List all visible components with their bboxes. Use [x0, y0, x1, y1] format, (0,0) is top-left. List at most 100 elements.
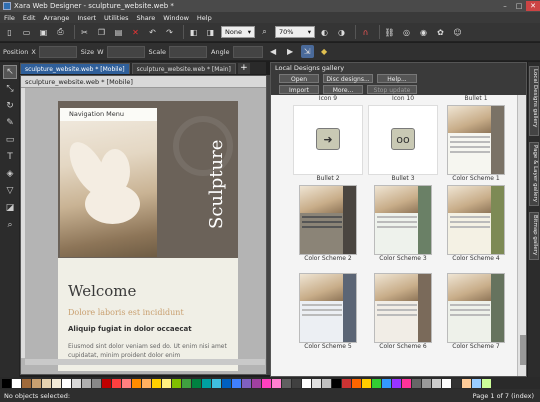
color-swatch[interactable]: [392, 378, 401, 388]
send-back-icon[interactable]: ◨: [204, 26, 217, 39]
gallery-item-color-scheme-7[interactable]: Color Scheme 7: [439, 273, 513, 351]
menu-insert[interactable]: Insert: [77, 14, 96, 22]
color-swatch[interactable]: [2, 378, 11, 388]
paste-icon[interactable]: ▤: [112, 26, 125, 39]
gallery-item-color-scheme-6[interactable]: Color Scheme 6: [366, 273, 440, 351]
quality-select[interactable]: None ▾: [221, 26, 255, 38]
publish-icon[interactable]: ◉: [417, 26, 430, 39]
color-swatch[interactable]: [32, 378, 41, 388]
preview-icon[interactable]: ◎: [400, 26, 413, 39]
cut-icon[interactable]: ✂: [78, 26, 91, 39]
gallery-item-color-scheme-4[interactable]: Color Scheme 4: [439, 185, 513, 263]
color-swatch[interactable]: [482, 378, 491, 388]
text-tool-icon[interactable]: T: [3, 150, 17, 164]
menu-utilities[interactable]: Utilities: [104, 14, 128, 22]
color-swatch[interactable]: [152, 378, 161, 388]
minimize-button[interactable]: –: [498, 1, 512, 11]
copy-icon[interactable]: ❐: [95, 26, 108, 39]
tab-bitmap-gallery[interactable]: Bitmap gallery: [529, 212, 539, 260]
color-swatch[interactable]: [352, 378, 361, 388]
menu-window[interactable]: Window: [163, 14, 189, 22]
transparency-tool-icon[interactable]: ▽: [3, 184, 17, 198]
save-icon[interactable]: ▣: [37, 26, 50, 39]
color-swatch[interactable]: [22, 378, 31, 388]
link-icon[interactable]: ⛓: [383, 26, 396, 39]
color-swatch[interactable]: [162, 378, 171, 388]
gallery-item-bullet-2[interactable]: ➜ Bullet 2: [291, 105, 365, 183]
color-swatch[interactable]: [102, 378, 111, 388]
color-swatch[interactable]: [342, 378, 351, 388]
more-button[interactable]: More...: [323, 85, 363, 94]
tag-icon[interactable]: ◆: [318, 45, 331, 58]
menu-edit[interactable]: Edit: [23, 14, 36, 22]
gallery-item-color-scheme-3[interactable]: Color Scheme 3: [366, 185, 440, 263]
help-icon[interactable]: ☺: [451, 26, 464, 39]
color-swatch[interactable]: [472, 378, 481, 388]
color-swatch[interactable]: [412, 378, 421, 388]
maximize-button[interactable]: □: [512, 1, 526, 11]
stop-update-button[interactable]: Stop update: [367, 85, 417, 94]
shadow-tool-icon[interactable]: ◪: [3, 201, 17, 215]
color-swatch[interactable]: [332, 378, 341, 388]
close-button[interactable]: ✕: [526, 1, 540, 11]
undo-icon[interactable]: ↶: [146, 26, 159, 39]
zoom-select[interactable]: 70% ▾: [275, 26, 315, 38]
color-swatch[interactable]: [112, 378, 121, 388]
color-swatch[interactable]: [132, 378, 141, 388]
disc-designs-button[interactable]: Disc designs...: [323, 74, 373, 83]
selector-tool-icon[interactable]: ↖: [3, 65, 17, 79]
contour-tool-icon[interactable]: ↻: [3, 99, 17, 113]
color-swatch[interactable]: [252, 378, 261, 388]
color-swatch[interactable]: [222, 378, 231, 388]
color-swatch[interactable]: [462, 378, 471, 388]
scale-field[interactable]: [169, 45, 208, 58]
color-swatch[interactable]: [212, 378, 221, 388]
zoom-prev-icon[interactable]: ◐: [318, 26, 331, 39]
doc-tab-mobile[interactable]: sculpture_website.web * [Mobile]: [20, 63, 130, 74]
color-swatch[interactable]: [192, 378, 201, 388]
gallery-item-color-scheme-1[interactable]: Color Scheme 1: [439, 105, 513, 183]
color-swatch[interactable]: [202, 378, 211, 388]
flip-left-icon[interactable]: ◀: [267, 45, 280, 58]
color-swatch[interactable]: [312, 378, 321, 388]
color-swatch[interactable]: [282, 378, 291, 388]
color-swatch[interactable]: [292, 378, 301, 388]
help-button[interactable]: Help...: [377, 74, 417, 83]
color-swatch[interactable]: [452, 378, 461, 388]
menu-share[interactable]: Share: [137, 14, 156, 22]
doc-tab-main[interactable]: sculpture_website.web * [Main]: [131, 63, 236, 74]
horizontal-scrollbar[interactable]: [25, 359, 265, 365]
fill-tool-icon[interactable]: ◈: [3, 167, 17, 181]
open-button[interactable]: Open: [279, 74, 319, 83]
color-swatch[interactable]: [422, 378, 431, 388]
color-swatch[interactable]: [52, 378, 61, 388]
color-swatch[interactable]: [12, 378, 21, 388]
rectangle-tool-icon[interactable]: ▭: [3, 133, 17, 147]
color-swatch[interactable]: [302, 378, 311, 388]
menu-arrange[interactable]: Arrange: [43, 14, 69, 22]
color-swatch[interactable]: [62, 378, 71, 388]
color-swatch[interactable]: [382, 378, 391, 388]
design-page[interactable]: Navigation Menu Sculpture Welcome Dolore…: [58, 101, 238, 371]
pen-tool-icon[interactable]: ✎: [3, 116, 17, 130]
tab-local-designs-gallery[interactable]: Local Designs gallery: [529, 66, 539, 136]
width-field[interactable]: [106, 45, 145, 58]
zoom-tool-icon[interactable]: ⌕: [3, 218, 17, 232]
zoom-page-icon[interactable]: ◑: [335, 26, 348, 39]
color-swatch[interactable]: [262, 378, 271, 388]
color-swatch[interactable]: [142, 378, 151, 388]
navigation-menu[interactable]: Navigation Menu: [60, 108, 157, 121]
export-icon[interactable]: ⎙: [54, 26, 67, 39]
add-tab-button[interactable]: +: [237, 63, 250, 74]
web-properties-icon[interactable]: ✿: [434, 26, 447, 39]
color-swatch[interactable]: [122, 378, 131, 388]
gallery-item-bullet-3[interactable]: oo Bullet 3: [366, 105, 440, 183]
color-swatch[interactable]: [432, 378, 441, 388]
color-swatch[interactable]: [272, 378, 281, 388]
color-swatch[interactable]: [92, 378, 101, 388]
color-swatch[interactable]: [172, 378, 181, 388]
sculpture-photo[interactable]: [60, 109, 157, 257]
redo-icon[interactable]: ↷: [163, 26, 176, 39]
color-swatch[interactable]: [442, 378, 451, 388]
color-swatch[interactable]: [242, 378, 251, 388]
